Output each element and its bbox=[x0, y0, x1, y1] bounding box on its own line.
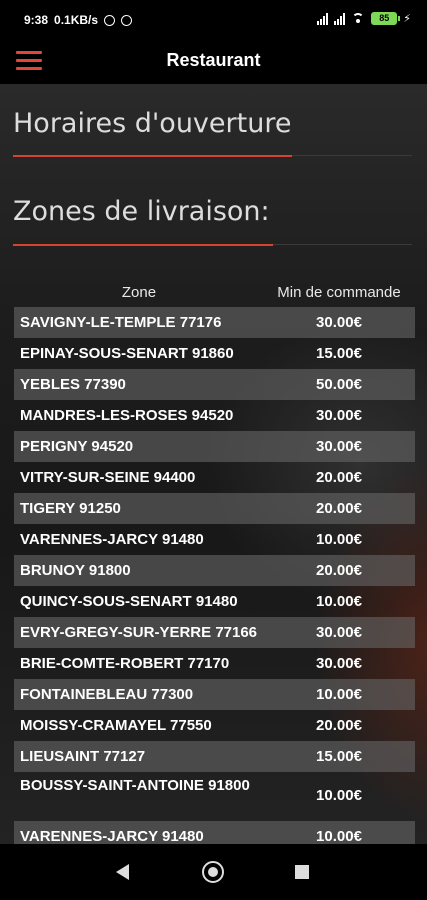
min-order-cell: 10.00€ bbox=[316, 787, 362, 804]
table-row: LIEUSAINT 77127 15.00€ bbox=[14, 741, 415, 772]
opening-hours-underline bbox=[13, 155, 292, 157]
min-order-cell: 30.00€ bbox=[316, 407, 362, 424]
min-order-cell: 15.00€ bbox=[316, 345, 362, 362]
zone-cell: EVRY-GREGY-SUR-YERRE 77166 bbox=[20, 624, 258, 641]
min-order-cell: 15.00€ bbox=[316, 748, 362, 765]
zone-cell: BRUNOY 91800 bbox=[20, 562, 131, 579]
divider-line bbox=[292, 155, 412, 156]
column-header-zone: Zone bbox=[121, 284, 157, 301]
opening-hours-heading[interactable]: Horaires d'ouverture bbox=[13, 108, 291, 139]
battery-icon: 85 bbox=[371, 12, 401, 25]
zone-cell: BRIE-COMTE-ROBERT 77170 bbox=[20, 655, 230, 672]
zone-cell: FONTAINEBLEAU 77300 bbox=[20, 686, 194, 703]
zones-table-header: Zone Min de commande bbox=[14, 284, 414, 304]
zone-cell: PERIGNY 94520 bbox=[20, 438, 134, 455]
table-row: FONTAINEBLEAU 77300 10.00€ bbox=[14, 679, 415, 710]
system-nav-bar bbox=[0, 844, 427, 900]
signal-icon bbox=[317, 12, 329, 25]
min-order-cell: 10.00€ bbox=[316, 828, 362, 844]
zone-cell: MOISSY-CRAMAYEL 77550 bbox=[20, 717, 212, 734]
recent-square-icon[interactable] bbox=[295, 865, 309, 879]
table-row: VARENNES-JARCY 91480 10.00€ bbox=[14, 821, 415, 844]
min-order-cell: 20.00€ bbox=[316, 500, 362, 517]
table-row: BOUSSY-SAINT-ANTOINE 91800 10.00€ bbox=[14, 772, 415, 821]
min-order-cell: 20.00€ bbox=[316, 469, 362, 486]
status-time: 9:38 bbox=[24, 13, 49, 27]
table-row: BRIE-COMTE-ROBERT 77170 30.00€ bbox=[14, 648, 415, 679]
delivery-zones-underline bbox=[13, 244, 273, 246]
zones-table: SAVIGNY-LE-TEMPLE 77176 30.00€ EPINAY-SO… bbox=[14, 307, 415, 844]
app-title: Restaurant bbox=[166, 50, 261, 70]
table-row: QUINCY-SOUS-SENART 91480 10.00€ bbox=[14, 586, 415, 617]
zone-cell: VARENNES-JARCY 91480 bbox=[20, 531, 204, 548]
zone-cell: BOUSSY-SAINT-ANTOINE 91800 bbox=[20, 777, 250, 794]
charging-icon: ⚡ bbox=[403, 13, 411, 25]
zone-cell: YEBLES 77390 bbox=[20, 376, 126, 393]
status-left: 9:38 0.1KB/s bbox=[24, 13, 133, 27]
min-order-cell: 30.00€ bbox=[316, 314, 362, 331]
zone-cell: SAVIGNY-LE-TEMPLE 77176 bbox=[20, 314, 222, 331]
zone-cell: QUINCY-SOUS-SENART 91480 bbox=[20, 593, 238, 610]
alarm-icon bbox=[104, 14, 116, 26]
signal-icon-2 bbox=[334, 12, 346, 25]
min-order-cell: 30.00€ bbox=[316, 438, 362, 455]
min-order-cell: 20.00€ bbox=[316, 562, 362, 579]
status-bar: 9:38 0.1KB/s 85 ⚡ bbox=[0, 0, 427, 38]
back-triangle-icon[interactable] bbox=[116, 864, 129, 880]
min-order-cell: 20.00€ bbox=[316, 717, 362, 734]
zone-cell: EPINAY-SOUS-SENART 91860 bbox=[20, 345, 234, 362]
table-row: EPINAY-SOUS-SENART 91860 15.00€ bbox=[14, 338, 415, 369]
table-row: MANDRES-LES-ROSES 94520 30.00€ bbox=[14, 400, 415, 431]
table-row: BRUNOY 91800 20.00€ bbox=[14, 555, 415, 586]
wifi-icon bbox=[351, 13, 365, 24]
table-row: MOISSY-CRAMAYEL 77550 20.00€ bbox=[14, 710, 415, 741]
table-row: VARENNES-JARCY 91480 10.00€ bbox=[14, 524, 415, 555]
zone-cell: LIEUSAINT 77127 bbox=[20, 748, 146, 765]
table-row: VITRY-SUR-SEINE 94400 20.00€ bbox=[14, 462, 415, 493]
status-right: 85 ⚡ bbox=[317, 12, 411, 25]
table-row: TIGERY 91250 20.00€ bbox=[14, 493, 415, 524]
table-row: PERIGNY 94520 30.00€ bbox=[14, 431, 415, 462]
zone-cell: MANDRES-LES-ROSES 94520 bbox=[20, 407, 234, 424]
restaurant-content[interactable]: Horaires d'ouverture Zones de livraison:… bbox=[0, 84, 427, 844]
min-order-cell: 50.00€ bbox=[316, 376, 362, 393]
min-order-cell: 10.00€ bbox=[316, 593, 362, 610]
screen: 9:38 0.1KB/s 85 ⚡ Restaurant Horaires d'… bbox=[0, 0, 427, 900]
zone-cell: VARENNES-JARCY 91480 bbox=[20, 828, 204, 844]
min-order-cell: 10.00€ bbox=[316, 686, 362, 703]
divider-line bbox=[273, 244, 412, 245]
zone-cell: VITRY-SUR-SEINE 94400 bbox=[20, 469, 196, 486]
table-row: YEBLES 77390 50.00€ bbox=[14, 369, 415, 400]
min-order-cell: 30.00€ bbox=[316, 655, 362, 672]
zone-cell: TIGERY 91250 bbox=[20, 500, 121, 517]
table-row: SAVIGNY-LE-TEMPLE 77176 30.00€ bbox=[14, 307, 415, 338]
status-speed: 0.1KB/s bbox=[54, 13, 99, 27]
sync-icon bbox=[121, 14, 133, 26]
delivery-zones-heading: Zones de livraison: bbox=[13, 196, 270, 227]
home-circle-icon[interactable] bbox=[202, 861, 224, 883]
app-bar: Restaurant bbox=[0, 38, 427, 84]
min-order-cell: 30.00€ bbox=[316, 624, 362, 641]
column-header-min-order: Min de commande bbox=[277, 284, 401, 301]
table-row: EVRY-GREGY-SUR-YERRE 77166 30.00€ bbox=[14, 617, 415, 648]
min-order-cell: 10.00€ bbox=[316, 531, 362, 548]
